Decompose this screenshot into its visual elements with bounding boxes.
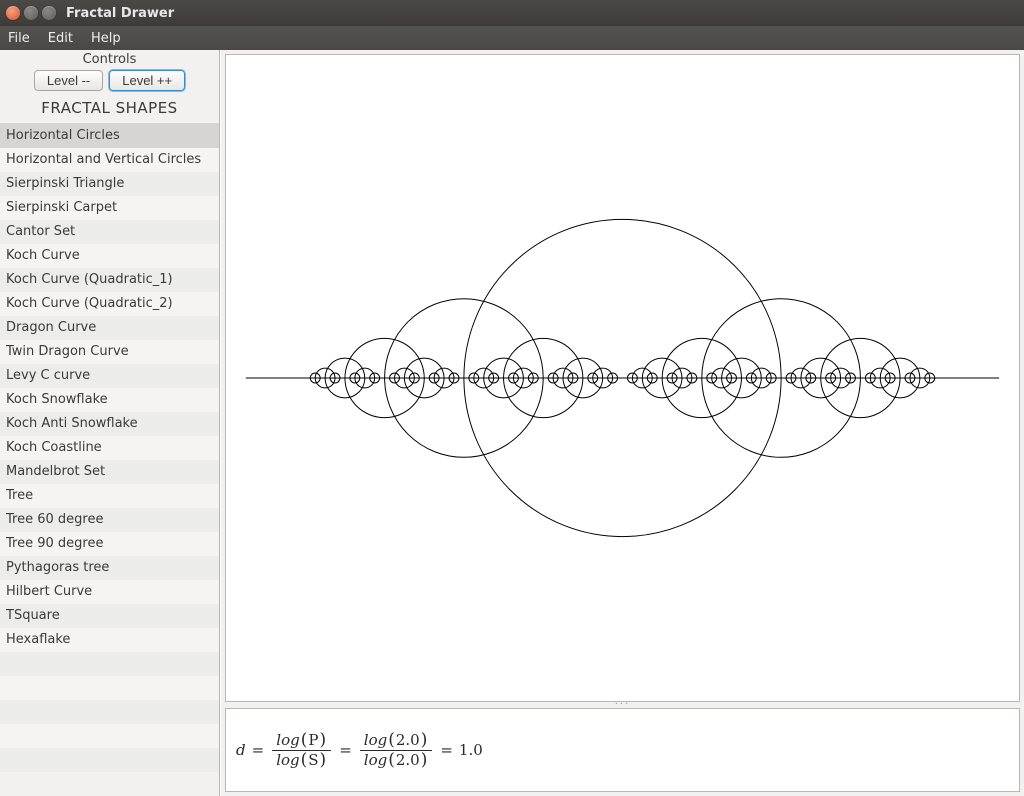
menu-help[interactable]: Help [91, 31, 121, 46]
shape-list-item[interactable]: Koch Anti Snowflake [0, 412, 219, 436]
shape-list-item[interactable]: Koch Curve (Quadratic_1) [0, 268, 219, 292]
window-controls [6, 6, 56, 20]
shape-list-item[interactable]: Tree [0, 484, 219, 508]
shape-list-item[interactable]: Tree 90 degree [0, 532, 219, 556]
shape-list-item[interactable]: Koch Coastline [0, 436, 219, 460]
shape-list-item[interactable]: Koch Curve (Quadratic_2) [0, 292, 219, 316]
menu-bar: File Edit Help [0, 26, 1024, 50]
menu-edit[interactable]: Edit [48, 31, 73, 46]
shape-list-item[interactable]: Horizontal Circles [0, 124, 219, 148]
shape-list-item[interactable]: Sierpinski Carpet [0, 196, 219, 220]
formula-pane: d = log(P) log(S) = log(2.0) log(2.0) = … [225, 708, 1020, 792]
level-decrement-button[interactable]: Level -- [34, 70, 103, 91]
shapes-header: FRACTAL SHAPES [0, 95, 219, 123]
close-icon[interactable] [6, 6, 20, 20]
shape-list-item[interactable]: Hexaflake [0, 628, 219, 652]
controls-label: Controls [0, 50, 219, 70]
shape-list-item-empty [0, 652, 219, 676]
menu-file[interactable]: File [8, 31, 30, 46]
content-area: d = log(P) log(S) = log(2.0) log(2.0) = … [220, 50, 1024, 796]
shape-list-item[interactable]: Hilbert Curve [0, 580, 219, 604]
shape-list-item-empty [0, 724, 219, 748]
shape-list-item[interactable]: Tree 60 degree [0, 508, 219, 532]
shape-list-item-empty [0, 676, 219, 700]
shape-list-item[interactable]: Pythagoras tree [0, 556, 219, 580]
shape-list-item[interactable]: TSquare [0, 604, 219, 628]
dimension-formula: d = log(P) log(S) = log(2.0) log(2.0) = … [236, 731, 483, 769]
shape-list-item[interactable]: Dragon Curve [0, 316, 219, 340]
fractal-canvas[interactable] [225, 54, 1020, 702]
shape-list-item[interactable]: Koch Snowflake [0, 388, 219, 412]
sidebar: Controls Level -- Level ++ FRACTAL SHAPE… [0, 50, 220, 796]
minimize-icon[interactable] [24, 6, 38, 20]
pane-splitter[interactable] [225, 702, 1020, 708]
shape-list-item-empty [0, 700, 219, 724]
window-titlebar: Fractal Drawer [0, 0, 1024, 26]
level-button-row: Level -- Level ++ [0, 70, 219, 95]
main-area: Controls Level -- Level ++ FRACTAL SHAPE… [0, 50, 1024, 796]
level-increment-button[interactable]: Level ++ [109, 70, 185, 91]
shape-list-item[interactable]: Horizontal and Vertical Circles [0, 148, 219, 172]
shape-list-item[interactable]: Levy C curve [0, 364, 219, 388]
shape-list-item[interactable]: Cantor Set [0, 220, 219, 244]
shape-list-item-empty [0, 748, 219, 772]
shape-list-item[interactable]: Mandelbrot Set [0, 460, 219, 484]
shape-list-item[interactable]: Sierpinski Triangle [0, 172, 219, 196]
window-title: Fractal Drawer [66, 6, 174, 21]
shape-list[interactable]: Horizontal CirclesHorizontal and Vertica… [0, 123, 219, 796]
shape-list-item[interactable]: Twin Dragon Curve [0, 340, 219, 364]
shape-list-item[interactable]: Koch Curve [0, 244, 219, 268]
maximize-icon[interactable] [42, 6, 56, 20]
